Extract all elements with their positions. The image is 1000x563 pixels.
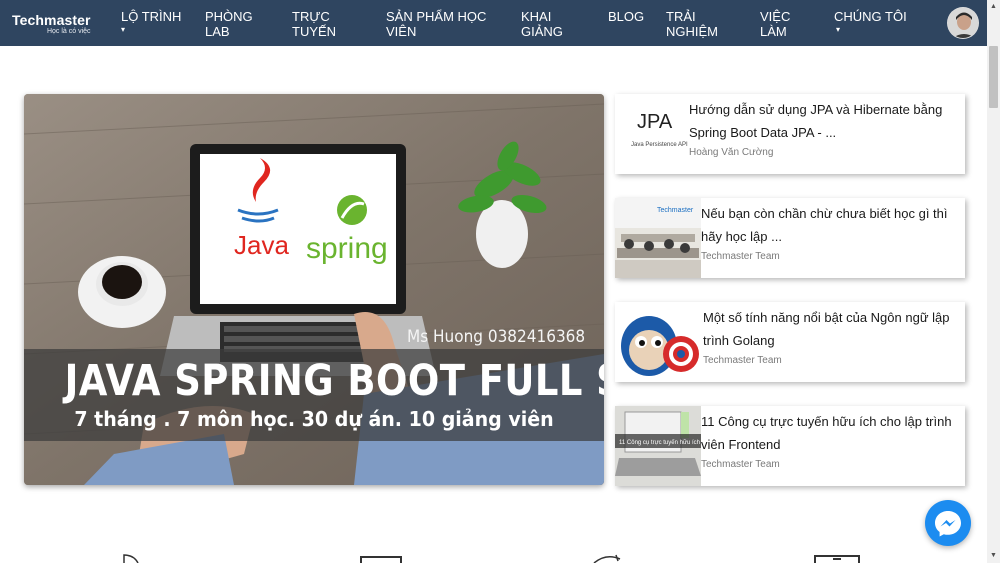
brand-logo[interactable]: Techmaster Học là có việc — [12, 13, 91, 36]
nav-item-san-pham-hoc-vien[interactable]: Sản phẩm học viên — [386, 9, 486, 39]
article-author: Techmaster Team — [701, 251, 780, 262]
jpa-thumbnail-icon: JPA Java Persistence API — [615, 94, 689, 174]
brand-tagline: Học là có việc — [46, 28, 91, 35]
nav-label-line2: làm — [760, 24, 787, 39]
golang-gopher-icon — [615, 302, 701, 382]
nav-label: Phòng — [205, 9, 253, 24]
article-card[interactable]: 11 Công cụ trực tuyến hữu ích 11 Công cụ… — [615, 406, 965, 486]
svg-text:Techmaster: Techmaster — [657, 207, 694, 214]
vertical-scrollbar[interactable]: ▲ ▼ — [987, 0, 1000, 563]
brand-title: Techmaster — [12, 12, 91, 28]
feature-icon-1 — [123, 554, 139, 563]
nav-item-truc-tuyen[interactable]: Trực tuyến — [292, 9, 336, 39]
svg-text:JPA: JPA — [637, 111, 673, 133]
chevron-down-icon: ▾ — [121, 25, 126, 34]
hero-title: JAVA SPRING BOOT FULL STACK — [64, 356, 604, 406]
scrollbar-thumb[interactable] — [989, 46, 998, 108]
article-title[interactable]: Hướng dẫn sử dụng JPA và Hibernate bằng … — [689, 98, 963, 144]
user-avatar[interactable] — [947, 7, 979, 39]
nav-label: Chúng tôi — [834, 9, 907, 24]
article-title[interactable]: Nếu bạn còn chần chừ chưa biết học gì th… — [701, 202, 963, 248]
article-card[interactable]: JPA Java Persistence API Hướng dẫn sử dụ… — [615, 94, 965, 174]
laptop-photo-icon: 11 Công cụ trực tuyến hữu ích — [615, 406, 701, 486]
hero-banner[interactable]: Java spring Ms Huong 0382416368 JAVA SPR… — [24, 94, 604, 485]
nav-item-chung-toi[interactable]: Chúng tôi ▾ — [834, 9, 907, 34]
article-title[interactable]: 11 Công cụ trực tuyến hữu ích cho lập tr… — [701, 410, 963, 456]
nav-label-line2: Lab — [205, 24, 230, 39]
scroll-up-arrow-icon[interactable]: ▲ — [987, 0, 1000, 14]
nav-item-trai-nghiem[interactable]: Trải nghiệm — [666, 9, 718, 39]
nav-item-viec-lam[interactable]: Việc làm — [760, 9, 790, 39]
avatar-photo-icon — [948, 8, 978, 38]
messenger-icon — [935, 511, 961, 537]
page: Techmaster Học là có việc Lộ trình ▾ Phò… — [0, 0, 1000, 563]
svg-text:Java Persistence API: Java Persistence API — [631, 142, 688, 148]
nav-label: Việc — [760, 9, 791, 24]
feature-icon-3 — [593, 554, 621, 563]
nav-item-lo-trinh[interactable]: Lộ trình ▾ — [121, 9, 181, 34]
top-navbar: Techmaster Học là có việc Lộ trình ▾ Phò… — [0, 0, 987, 46]
article-author: Techmaster Team — [703, 355, 782, 366]
nav-label: Sản phẩm học — [386, 9, 487, 24]
article-thumbnail: Techmaster — [615, 198, 701, 278]
nav-label: Trải — [666, 9, 696, 24]
feature-icon-4 — [814, 555, 860, 563]
article-author: Hoàng Văn Cường — [689, 147, 774, 158]
nav-label: Khai — [521, 9, 552, 24]
article-card[interactable]: Techmaster Nếu bạn còn chần chừ chưa biế… — [615, 198, 965, 278]
hero-subtitle: 7 tháng . 7 môn học. 30 dự án. 10 giảng … — [74, 407, 554, 431]
article-thumbnail: 11 Công cụ trực tuyến hữu ích — [615, 406, 701, 486]
nav-item-khai-giang[interactable]: Khai giảng — [521, 9, 563, 39]
nav-item-blog[interactable]: Blog — [608, 9, 644, 24]
nav-label: Trực — [292, 9, 330, 24]
nav-item-phong-lab[interactable]: Phòng Lab — [205, 9, 253, 39]
nav-label: Lộ trình — [121, 9, 182, 24]
nav-label: Blog — [608, 9, 645, 24]
article-thumbnail — [615, 302, 701, 382]
svg-text:11 Công cụ trực tuyến hữu ích: 11 Công cụ trực tuyến hữu ích — [619, 440, 700, 446]
nav-label-line2: nghiệm — [666, 24, 718, 39]
scroll-down-arrow-icon[interactable]: ▼ — [987, 549, 1000, 563]
classroom-photo-icon: Techmaster — [615, 198, 701, 278]
nav-label-line2: viên — [386, 24, 417, 39]
feature-icon-2 — [360, 556, 402, 563]
chevron-down-icon: ▾ — [836, 25, 841, 34]
article-title[interactable]: Một số tính năng nổi bật của Ngôn ngữ lậ… — [703, 306, 963, 352]
article-author: Techmaster Team — [701, 459, 780, 470]
spring-logo-text: spring — [306, 232, 388, 265]
nav-label-line2: tuyến — [292, 24, 337, 39]
article-card[interactable]: Một số tính năng nổi bật của Ngôn ngữ lậ… — [615, 302, 965, 382]
nav-label-line2: giảng — [521, 24, 563, 39]
messenger-chat-button[interactable] — [925, 500, 971, 546]
hero-contact: Ms Huong 0382416368 — [407, 327, 586, 347]
java-logo-text: Java — [234, 230, 289, 260]
